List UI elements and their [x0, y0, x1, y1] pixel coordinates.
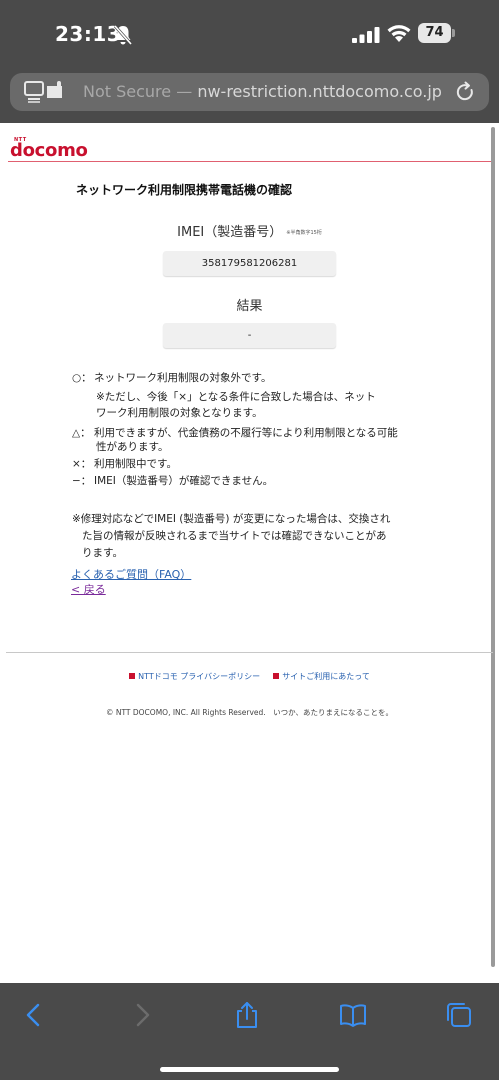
browser-toolbar: [0, 983, 499, 1080]
legend-text: 利用制限中です。: [94, 458, 177, 470]
security-label: Not Secure —: [83, 82, 193, 101]
scrollbar[interactable]: [491, 127, 495, 967]
footnote-line-2: た旨の情報が反映されるまで当サイトでは確認できないことがあ: [82, 530, 387, 542]
bullet-icon: [273, 673, 280, 679]
imei-note: ※半角数字15桁: [286, 230, 322, 236]
bookmarks-icon[interactable]: [339, 1001, 367, 1029]
legend-symbol: −：: [72, 475, 92, 487]
legend-symbol: ○：: [72, 372, 92, 384]
battery-indicator: 74: [418, 23, 456, 43]
cellular-signal-icon: [352, 27, 380, 43]
logo-text: docomo: [10, 140, 88, 161]
footnote-line-3: ります。: [82, 547, 123, 559]
site-terms-link[interactable]: サイトご利用にあたって: [282, 672, 370, 681]
footer-links: NTTドコモ プライバシーポリシー サイトご利用にあたって: [0, 671, 499, 682]
header-divider: [8, 161, 491, 162]
imei-label: IMEI（製造番号） ※半角数字15桁: [0, 221, 499, 240]
back-link[interactable]: < 戻る: [71, 581, 106, 597]
legend-line-note-1: ※ただし、今後「×」となる条件に合致した場合は、ネット: [96, 391, 376, 403]
bullet-icon: [129, 673, 136, 679]
wifi-icon: [387, 25, 411, 42]
legend-text: ネットワーク利用制限の対象外です。: [94, 372, 272, 384]
address-bar[interactable]: Not Secure — nw-restriction.nttdocomo.co…: [10, 73, 489, 111]
footer-divider: [6, 652, 493, 653]
url-text[interactable]: Not Secure — nw-restriction.nttdocomo.co…: [83, 82, 442, 101]
battery-tip: [452, 29, 455, 37]
legend-text: IMEI（製造番号）が確認できません。: [94, 475, 274, 487]
page-menu-icon[interactable]: [24, 81, 64, 103]
legend-text: 利用できますが、代金債務の不履行等により利用制限となる可能: [94, 427, 398, 439]
faq-link[interactable]: よくあるご質問（FAQ）: [71, 566, 191, 582]
legend-symbol: △：: [72, 427, 91, 439]
web-page: NTT docomo ネットワーク利用制限携帯電話機の確認 IMEI（製造番号）…: [0, 123, 499, 983]
legend-symbol: ×：: [72, 458, 92, 470]
bell-muted-icon: [113, 25, 133, 45]
tabs-icon[interactable]: [445, 1001, 473, 1029]
battery-level: 74: [425, 25, 444, 40]
legend-line-circle: ○： ネットワーク利用制限の対象外です。: [72, 370, 271, 386]
url-domain: nw-restriction.nttdocomo.co.jp: [197, 82, 442, 101]
browser-top-chrome: 23:13 74 Not Secure — nw-restriction.ntt…: [0, 0, 499, 123]
share-icon[interactable]: [233, 1001, 261, 1029]
page-title: ネットワーク利用制限携帯電話機の確認: [76, 183, 293, 197]
back-icon[interactable]: [20, 1001, 48, 1029]
legend-line-cross: ×： 利用制限中です。: [72, 456, 177, 472]
result-label: 結果: [236, 299, 263, 314]
status-bar: 23:13 74: [0, 0, 499, 66]
status-time: 23:13: [55, 22, 122, 46]
forward-icon[interactable]: [128, 1001, 156, 1029]
legend-line-note-2: ワーク利用制限の対象となります。: [96, 407, 263, 419]
docomo-logo[interactable]: NTT docomo: [10, 137, 100, 161]
privacy-policy-link[interactable]: NTTドコモ プライバシーポリシー: [138, 672, 260, 681]
legend-line-triangle-cont: 性があります。: [96, 441, 169, 453]
result-value-field: -: [163, 323, 336, 348]
reload-icon[interactable]: [454, 81, 476, 103]
home-indicator[interactable]: [160, 1067, 339, 1072]
copyright: © NTT DOCOMO, INC. All Rights Reserved. …: [105, 708, 394, 717]
imei-value-field: 358179581206281: [163, 251, 336, 276]
footnote-line-1: ※修理対応などでIMEI (製造番号) が変更になった場合は、交換され: [72, 513, 391, 525]
legend-line-dash: −： IMEI（製造番号）が確認できません。: [72, 473, 273, 489]
imei-label-text: IMEI（製造番号）: [177, 225, 283, 240]
